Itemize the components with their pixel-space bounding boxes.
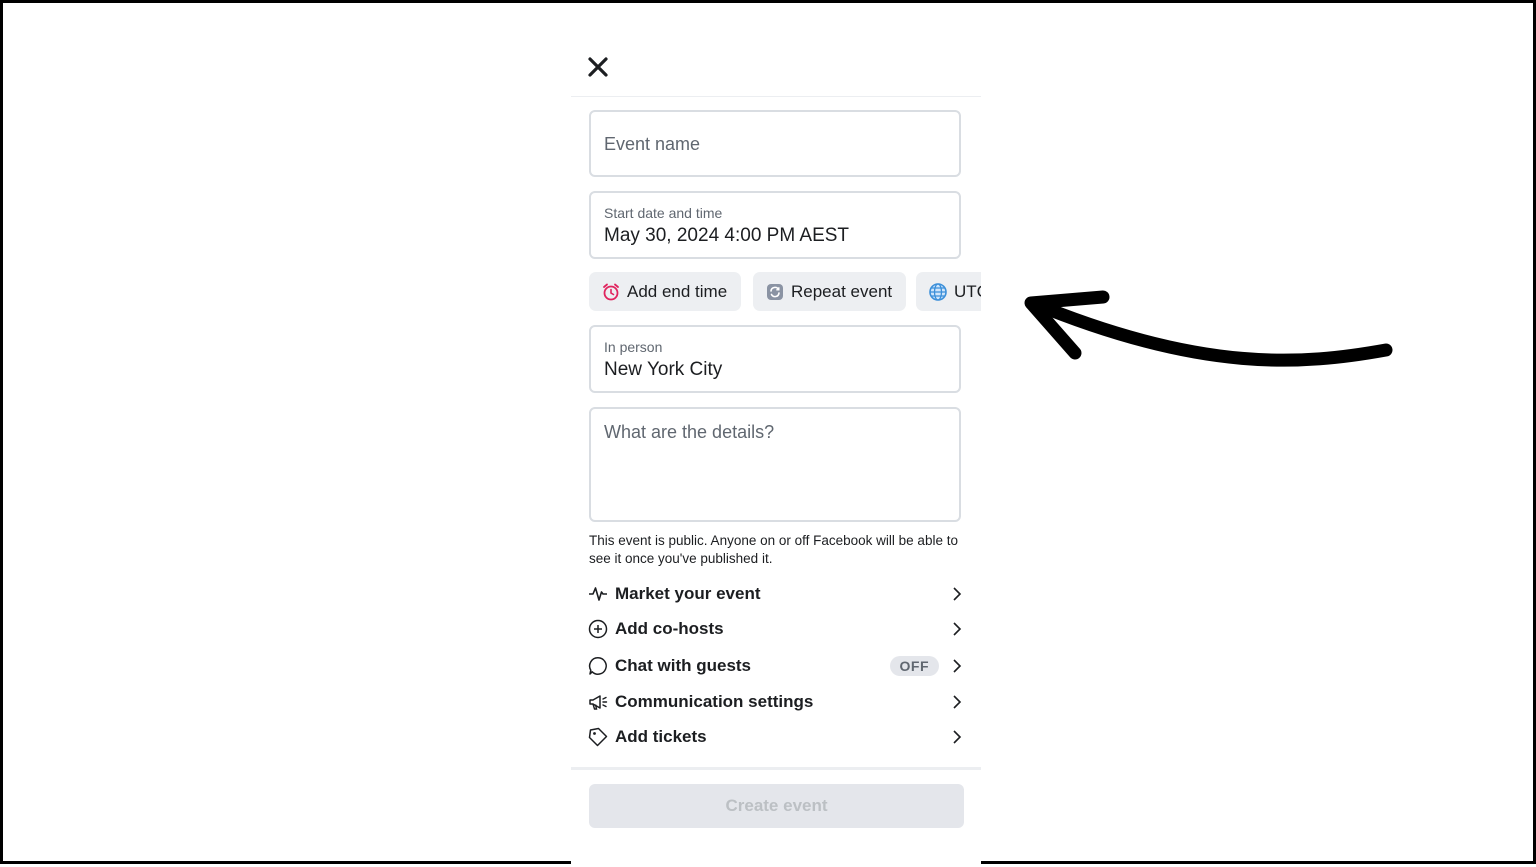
repeat-event-label: Repeat event	[791, 281, 893, 301]
close-icon[interactable]	[585, 54, 611, 80]
screenshot-frame: Event name Start date and time May 30, 2…	[0, 0, 1536, 867]
megaphone-icon	[589, 695, 608, 710]
repeat-icon	[767, 283, 783, 300]
chevron-right-icon	[953, 622, 962, 636]
start-datetime-label: Start date and time	[604, 205, 723, 221]
top-bar	[571, 23, 981, 97]
add-tickets-label: Add tickets	[615, 727, 707, 746]
chat-status-badge: OFF	[889, 656, 939, 676]
chevron-right-icon	[953, 730, 962, 744]
add-tickets-row[interactable]: Add tickets	[587, 722, 965, 752]
chevron-right-icon	[953, 587, 962, 601]
details-placeholder: What are the details?	[604, 422, 775, 442]
arrow-annotation	[1024, 290, 1393, 367]
create-event-screen: Event name Start date and time May 30, 2…	[571, 23, 981, 867]
create-event-button[interactable]: Create event	[589, 784, 964, 828]
timezone-chip[interactable]: UTC	[916, 272, 981, 311]
plus-circle-icon	[588, 619, 608, 639]
details-textarea[interactable]: What are the details?	[589, 407, 961, 522]
add-end-time-label: Add end time	[627, 281, 728, 301]
globe-icon	[929, 282, 947, 301]
market-your-event-row[interactable]: Market your event	[587, 579, 965, 609]
start-datetime-value: May 30, 2024 4:00 PM AEST	[604, 225, 850, 246]
chat-with-guests-label: Chat with guests	[615, 656, 752, 675]
pulse-icon	[589, 587, 607, 601]
event-name-field[interactable]: Event name	[589, 110, 961, 177]
location-value: New York City	[604, 359, 723, 380]
chevron-right-icon	[953, 695, 962, 709]
repeat-event-chip[interactable]: Repeat event	[753, 272, 907, 311]
add-cohosts-row[interactable]: Add co-hosts	[587, 614, 965, 644]
chat-with-guests-row[interactable]: Chat with guests OFF	[587, 651, 965, 681]
public-event-notice: This event is public. Anyone on or off F…	[589, 533, 958, 566]
timezone-label: UTC	[954, 281, 981, 301]
location-field[interactable]: In person New York City	[589, 325, 961, 393]
start-datetime-field[interactable]: Start date and time May 30, 2024 4:00 PM…	[589, 191, 961, 259]
alarm-clock-icon	[603, 283, 619, 300]
chat-bubble-icon	[588, 657, 607, 675]
add-end-time-chip[interactable]: Add end time	[589, 272, 742, 311]
bottom-divider	[571, 767, 981, 770]
add-cohosts-label: Add co-hosts	[615, 619, 724, 638]
location-label: In person	[604, 339, 663, 355]
communication-settings-label: Communication settings	[615, 692, 814, 711]
event-name-placeholder: Event name	[604, 134, 701, 154]
communication-settings-row[interactable]: Communication settings	[587, 687, 965, 717]
market-your-event-label: Market your event	[615, 584, 761, 603]
chevron-right-icon	[953, 659, 962, 673]
ticket-icon	[588, 727, 608, 747]
